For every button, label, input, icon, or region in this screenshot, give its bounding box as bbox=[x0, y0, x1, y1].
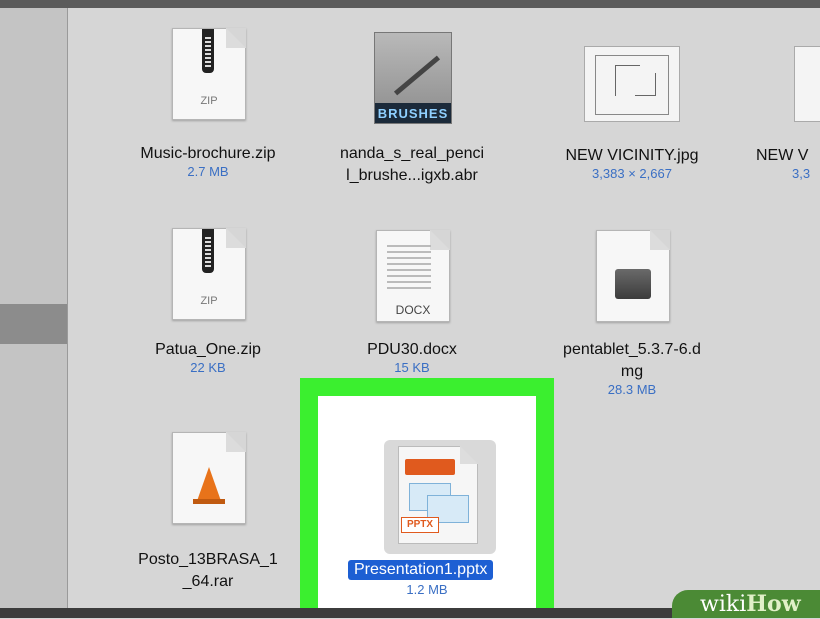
file-item-pdu30[interactable]: DOCX PDU30.docx 15 KB bbox=[312, 222, 512, 392]
finder-sidebar[interactable] bbox=[0, 8, 68, 608]
file-name: Posto_13BRASA_1 bbox=[138, 551, 278, 568]
file-item-music-brochure[interactable]: ZIP Music-brochure.zip 2.7 MB bbox=[108, 22, 308, 192]
wikihow-watermark: wikiHow bbox=[672, 590, 820, 618]
window-top-bar bbox=[0, 0, 820, 8]
file-name: nanda_s_real_penci bbox=[339, 145, 485, 162]
image-thumbnail-icon bbox=[794, 46, 820, 122]
file-item-brushes[interactable]: BRUSHES nanda_s_real_penci l_brushe...ig… bbox=[312, 22, 512, 212]
file-size: 28.3 MB bbox=[607, 382, 657, 397]
file-name: NEW V bbox=[756, 147, 809, 164]
file-item-new-vicinity[interactable]: NEW VICINITY.jpg 3,383 × 2,667 bbox=[532, 22, 732, 192]
file-item-new-v-partial[interactable]: NEW V 3,3 bbox=[736, 22, 820, 192]
docx-document-icon: DOCX bbox=[376, 230, 450, 322]
vlc-cone-icon bbox=[172, 432, 246, 524]
file-name-line2: _64.rar bbox=[182, 573, 234, 590]
file-name: Patua_One.zip bbox=[155, 341, 261, 358]
selected-file-highlight: PPTX Presentation1.pptx 1.2 MB bbox=[300, 378, 554, 618]
file-size: 1.2 MB bbox=[406, 582, 448, 597]
pptx-presentation-icon: PPTX bbox=[398, 446, 478, 544]
file-size: 22 KB bbox=[190, 360, 226, 375]
file-name-line2: mg bbox=[620, 363, 644, 380]
image-thumbnail-icon bbox=[584, 46, 680, 122]
zip-archive-icon: ZIP bbox=[172, 228, 246, 320]
file-size: 2.7 MB bbox=[187, 164, 229, 179]
file-name-selected[interactable]: Presentation1.pptx bbox=[348, 560, 494, 580]
file-dimensions: 3,3 bbox=[792, 166, 811, 181]
file-name: pentablet_5.3.7-6.d bbox=[563, 341, 701, 358]
file-item-patua-one[interactable]: ZIP Patua_One.zip 22 KB bbox=[108, 222, 308, 392]
file-name-line2: l_brushe...igxb.abr bbox=[346, 167, 478, 184]
file-name: Music-brochure.zip bbox=[140, 145, 276, 162]
sidebar-selected-row[interactable] bbox=[0, 304, 68, 344]
disk-image-icon bbox=[596, 230, 670, 322]
zip-archive-icon: ZIP bbox=[172, 28, 246, 120]
file-name: PDU30.docx bbox=[367, 341, 457, 358]
file-item-posto-rar[interactable]: Posto_13BRASA_1 _64.rar bbox=[108, 426, 308, 606]
file-size: 15 KB bbox=[394, 360, 430, 375]
file-item-pentablet[interactable]: pentablet_5.3.7-6.d mg 28.3 MB bbox=[532, 222, 732, 412]
brushes-icon: BRUSHES bbox=[374, 32, 452, 124]
file-dimensions: 3,383 × 2,667 bbox=[592, 166, 672, 181]
file-name: NEW VICINITY.jpg bbox=[565, 147, 699, 164]
file-item-presentation1[interactable]: PPTX Presentation1.pptx 1.2 MB bbox=[318, 396, 536, 618]
